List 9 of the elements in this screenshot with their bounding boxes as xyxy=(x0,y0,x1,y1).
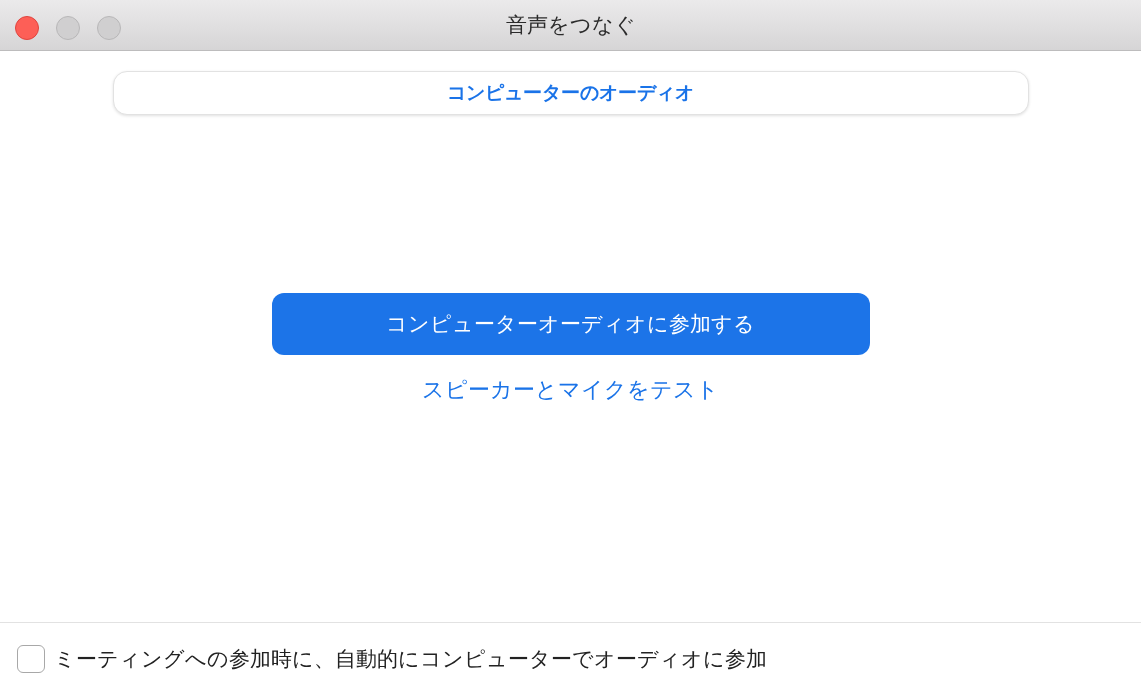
checkbox-label: ミーティングへの参加時に、自動的にコンピューターでオーディオに参加 xyxy=(54,645,767,672)
window-title: 音声をつなぐ xyxy=(505,12,636,38)
minimize-button[interactable] xyxy=(56,16,80,40)
tab[interactable]: コンピューターのオーディオ xyxy=(113,72,1028,114)
join-audio-button[interactable]: コンピューターオーディオに参加する xyxy=(271,292,870,355)
test-audio-link[interactable]: スピーカーとマイクをテスト xyxy=(422,374,719,405)
checkbox[interactable] xyxy=(17,644,45,673)
zoom-button[interactable] xyxy=(97,16,121,40)
close-button[interactable] xyxy=(15,16,39,40)
